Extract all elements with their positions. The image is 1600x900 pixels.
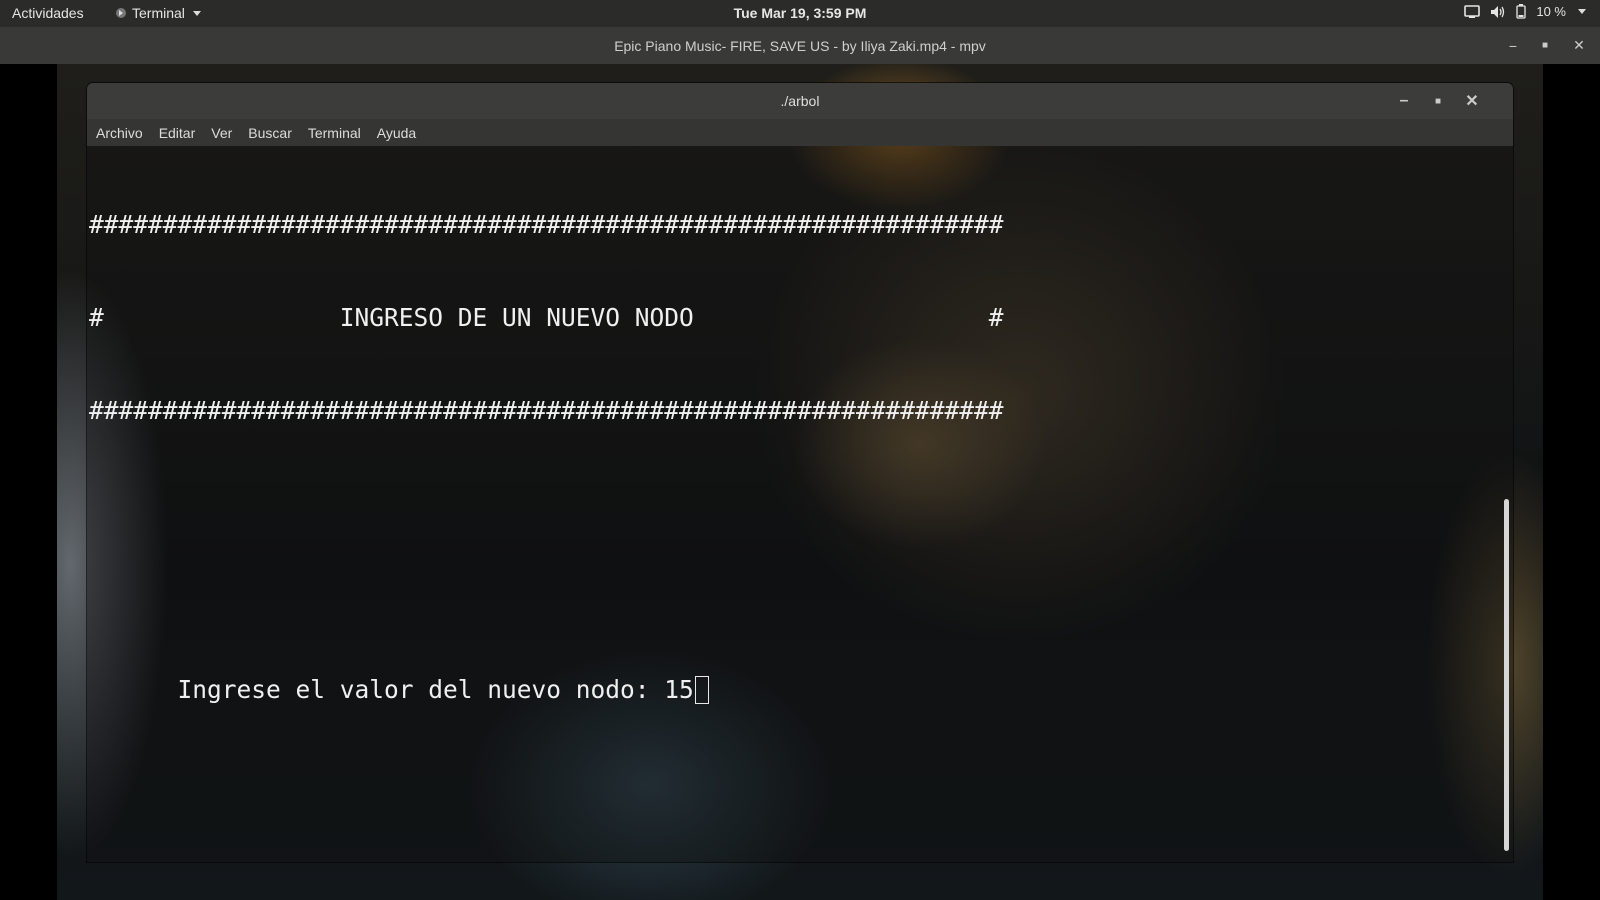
clock[interactable]: Tue Mar 19, 3:59 PM <box>0 5 1600 21</box>
minimize-icon[interactable]: – <box>1389 83 1419 119</box>
letterbox-left <box>0 64 57 900</box>
letterbox-right <box>1543 64 1600 900</box>
terminal-menubar: Archivo Editar Ver Buscar Terminal Ayuda <box>87 119 1513 146</box>
system-tray[interactable]: 10 % <box>1464 4 1586 19</box>
volume-icon[interactable] <box>1490 5 1506 19</box>
terminal-lines: ########################################… <box>89 147 1004 767</box>
terminal-window[interactable]: ./arbol – ■ ✕ Archivo Editar Ver Buscar … <box>87 83 1513 862</box>
terminal-window-title: ./arbol <box>780 93 820 109</box>
menu-buscar[interactable]: Buscar <box>248 125 292 141</box>
terminal-prompt-line[interactable]: Ingrese el valor del nuevo nodo: 15 <box>89 674 1004 705</box>
menu-archivo[interactable]: Archivo <box>96 125 143 141</box>
maximize-icon[interactable]: ■ <box>1530 27 1560 64</box>
terminal-line: # INGRESO DE UN NUEVO NODO # <box>89 303 1004 332</box>
terminal-line: ########################################… <box>89 396 1004 425</box>
terminal-output[interactable]: ########################################… <box>87 146 1513 862</box>
close-icon[interactable]: ✕ <box>1457 83 1487 119</box>
menu-terminal[interactable]: Terminal <box>308 125 361 141</box>
terminal-prompt-text: Ingrese el valor del nuevo nodo: 15 <box>89 675 694 704</box>
terminal-titlebar[interactable]: ./arbol – ■ ✕ <box>87 83 1513 119</box>
text-cursor <box>694 676 709 704</box>
close-icon[interactable]: ✕ <box>1564 27 1594 64</box>
battery-icon[interactable] <box>1516 4 1527 19</box>
mpv-window-title: Epic Piano Music- FIRE, SAVE US - by Ili… <box>614 38 986 54</box>
maximize-icon[interactable]: ■ <box>1423 83 1453 119</box>
minimize-icon[interactable]: − <box>1498 27 1528 64</box>
battery-percent: 10 % <box>1536 4 1566 19</box>
terminal-line: ########################################… <box>89 210 1004 239</box>
terminal-scrollbar[interactable] <box>1504 499 1509 851</box>
display-icon[interactable] <box>1464 4 1481 19</box>
mpv-titlebar[interactable]: Epic Piano Music- FIRE, SAVE US - by Ili… <box>0 27 1600 64</box>
top-bar: Actividades Terminal Tue Mar 19, 3:59 PM… <box>0 0 1600 27</box>
menu-editar[interactable]: Editar <box>159 125 196 141</box>
chevron-down-icon[interactable] <box>1578 9 1586 14</box>
menu-ayuda[interactable]: Ayuda <box>377 125 416 141</box>
menu-ver[interactable]: Ver <box>211 125 232 141</box>
